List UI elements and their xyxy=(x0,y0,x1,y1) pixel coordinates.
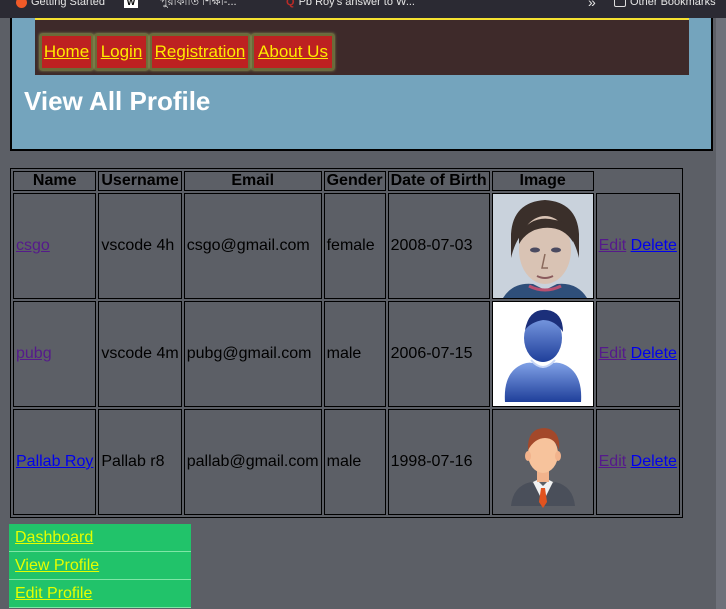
table-row: csgo vscode 4h csgo@gmail.com female 200… xyxy=(13,193,680,299)
edit-link[interactable]: Edit xyxy=(599,345,627,362)
image-cell xyxy=(491,193,594,299)
profile-name-link[interactable]: csgo xyxy=(16,237,50,254)
col-image-header: Image xyxy=(491,171,594,191)
table-row: pubg vscode 4m pubg@gmail.com male 2006-… xyxy=(13,301,680,407)
portrait-sketch-image xyxy=(492,194,593,298)
page-scrollbar[interactable] xyxy=(716,18,726,609)
col-username-header: Username xyxy=(98,171,182,191)
bookmark-quora[interactable]: Q Pb Roy's answer to W... xyxy=(286,0,415,8)
nav-registration-link[interactable]: Registration xyxy=(150,34,250,70)
gender-cell: male xyxy=(323,409,386,515)
businessman-avatar-image xyxy=(510,428,575,508)
delete-link[interactable]: Delete xyxy=(631,453,677,470)
actions-cell: Edit Delete xyxy=(595,193,680,299)
page-title: View All Profile xyxy=(24,86,211,116)
profile-name-link[interactable]: Pallab Roy xyxy=(16,453,93,470)
email-cell: pubg@gmail.com xyxy=(183,301,322,407)
bookmark-wikipedia[interactable]: W xyxy=(124,0,142,8)
nav-about-link[interactable]: About Us xyxy=(252,34,334,70)
email-cell: csgo@gmail.com xyxy=(183,193,322,299)
email-cell: pallab@gmail.com xyxy=(183,409,322,515)
col-gender-header: Gender xyxy=(323,171,386,191)
image-cell xyxy=(491,301,594,407)
edit-link[interactable]: Edit xyxy=(599,453,627,470)
gender-cell: male xyxy=(323,301,386,407)
sidebar-item-edit-profile[interactable]: Edit Profile xyxy=(9,580,191,608)
name-cell: pubg xyxy=(13,301,97,407)
table-header-row: Name Username Email Gender Date of Birth… xyxy=(13,171,680,191)
sidebar-item-view-profile[interactable]: View Profile xyxy=(9,552,191,580)
other-bookmarks[interactable]: Other Bookmarks xyxy=(614,0,716,8)
sidebar-item-dashboard[interactable]: Dashboard xyxy=(9,524,191,552)
col-email-header: Email xyxy=(183,171,322,191)
sidebar-menu: Dashboard View Profile Edit Profile xyxy=(9,524,191,608)
profiles-table: Name Username Email Gender Date of Birth… xyxy=(10,168,683,518)
profile-name-link[interactable]: pubg xyxy=(16,345,52,362)
dob-cell: 2006-07-15 xyxy=(387,301,490,407)
actions-cell: Edit Delete xyxy=(595,409,680,515)
edit-link[interactable]: Edit xyxy=(599,237,627,254)
gender-cell: female xyxy=(323,193,386,299)
username-cell: Pallab r8 xyxy=(98,409,182,515)
actions-cell: Edit Delete xyxy=(595,301,680,407)
main-nav: Home Login Registration About Us xyxy=(35,18,689,75)
dob-cell: 1998-07-16 xyxy=(387,409,490,515)
nav-home-link[interactable]: Home xyxy=(40,34,93,70)
bookmarks-overflow-button[interactable]: » xyxy=(588,0,596,10)
username-cell: vscode 4m xyxy=(98,301,182,407)
bookmarks-bar: Getting Started W পুরাকীর্তি শিক্ষা-... … xyxy=(0,0,726,18)
quora-icon: Q xyxy=(286,0,295,8)
nav-login-link[interactable]: Login xyxy=(95,34,148,70)
table-row: Pallab Roy Pallab r8 pallab@gmail.com ma… xyxy=(13,409,680,515)
delete-link[interactable]: Delete xyxy=(631,237,677,254)
delete-link[interactable]: Delete xyxy=(631,345,677,362)
col-name-header: Name xyxy=(13,171,97,191)
page-header: Home Login Registration About Us View Al… xyxy=(10,18,713,151)
dob-cell: 2008-07-03 xyxy=(387,193,490,299)
wikipedia-icon: W xyxy=(124,0,138,8)
image-cell xyxy=(491,409,594,515)
bookmark-getting-started[interactable]: Getting Started xyxy=(16,0,105,8)
folder-icon xyxy=(614,0,626,7)
name-cell: csgo xyxy=(13,193,97,299)
username-cell: vscode 4h xyxy=(98,193,182,299)
user-avatar-image xyxy=(492,302,593,406)
firefox-icon xyxy=(16,0,27,8)
col-dob-header: Date of Birth xyxy=(387,171,490,191)
name-cell: Pallab Roy xyxy=(13,409,97,515)
bookmark-bengali-page[interactable]: পুরাকীর্তি শিক্ষা-... xyxy=(160,0,237,8)
